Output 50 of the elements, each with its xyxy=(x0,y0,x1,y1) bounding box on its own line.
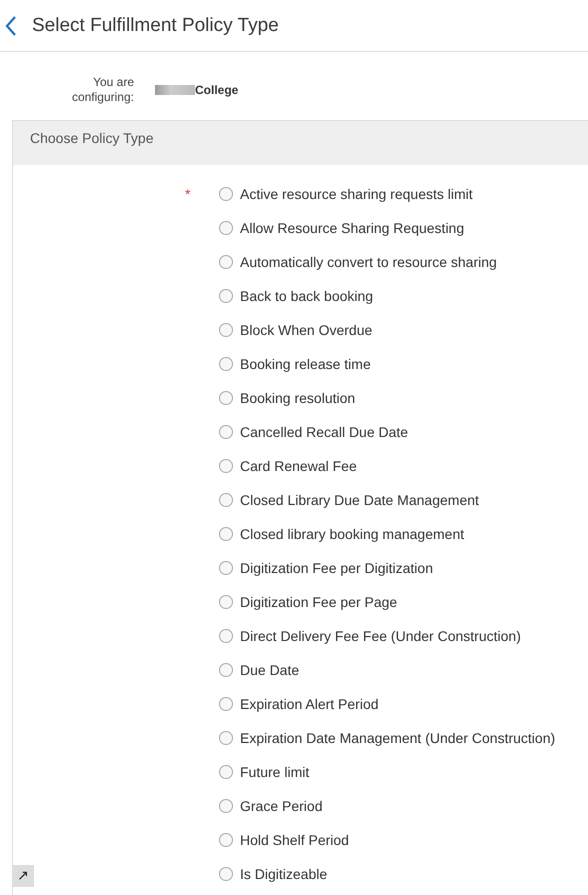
radio-button[interactable] xyxy=(219,425,233,439)
option-label[interactable]: Booking release time xyxy=(240,356,371,372)
configuring-label: You are configuring: xyxy=(70,75,134,105)
radio-button[interactable] xyxy=(219,255,233,269)
option-label[interactable]: Allow Resource Sharing Requesting xyxy=(240,220,464,236)
radio-button[interactable] xyxy=(219,629,233,643)
option-label[interactable]: Closed library booking management xyxy=(240,526,464,542)
radio-button[interactable] xyxy=(219,187,233,201)
expand-button[interactable]: ↗ xyxy=(12,865,34,887)
option-label[interactable]: Expiration Alert Period xyxy=(240,696,379,712)
page-title: Select Fulfillment Policy Type xyxy=(32,14,279,36)
radio-button[interactable] xyxy=(219,833,233,847)
radio-button[interactable] xyxy=(219,561,233,575)
option-label[interactable]: Due Date xyxy=(240,662,300,678)
radio-button[interactable] xyxy=(219,289,233,303)
option-label[interactable]: Future limit xyxy=(240,764,310,780)
required-mark: * xyxy=(185,186,192,202)
option-label[interactable]: Direct Delivery Fee Fee (Under Construction) xyxy=(240,628,521,644)
radio-button[interactable] xyxy=(219,663,233,677)
option-label[interactable]: Block When Overdue xyxy=(240,322,372,338)
option-label[interactable]: Automatically convert to resource sharing xyxy=(240,254,497,270)
radio-button[interactable] xyxy=(219,799,233,813)
radio-button[interactable] xyxy=(219,221,233,235)
redaction-block xyxy=(155,85,195,95)
option-label[interactable]: Card Renewal Fee xyxy=(240,458,357,474)
option-label[interactable]: Is Digitizeable xyxy=(240,866,328,882)
radio-button[interactable] xyxy=(219,493,233,507)
radio-button[interactable] xyxy=(219,697,233,711)
radio-button[interactable] xyxy=(219,765,233,779)
option-label[interactable]: Hold Shelf Period xyxy=(240,832,349,848)
radio-button[interactable] xyxy=(219,527,233,541)
radio-button[interactable] xyxy=(219,391,233,405)
radio-button[interactable] xyxy=(219,357,233,371)
option-label[interactable]: Active resource sharing requests limit xyxy=(240,186,473,202)
option-label[interactable]: Back to back booking xyxy=(240,288,374,304)
radio-button[interactable] xyxy=(219,323,233,337)
option-label[interactable]: Cancelled Recall Due Date xyxy=(240,424,408,440)
radio-button[interactable] xyxy=(219,867,233,881)
radio-button[interactable] xyxy=(219,595,233,609)
panel-title: Choose Policy Type xyxy=(29,129,154,146)
radio-button[interactable] xyxy=(219,459,233,473)
radio-button[interactable] xyxy=(219,731,233,745)
option-label[interactable]: Expiration Date Management (Under Construction) xyxy=(240,730,556,746)
option-label[interactable]: Closed Library Due Date Management xyxy=(240,492,479,508)
institution-name: College xyxy=(195,83,238,97)
back-icon[interactable] xyxy=(4,14,18,36)
option-label[interactable]: Booking resolution xyxy=(240,390,356,406)
option-label[interactable]: Digitization Fee per Digitization xyxy=(240,560,433,576)
option-label[interactable]: Grace Period xyxy=(240,798,322,814)
option-label[interactable]: Digitization Fee per Page xyxy=(240,594,398,610)
